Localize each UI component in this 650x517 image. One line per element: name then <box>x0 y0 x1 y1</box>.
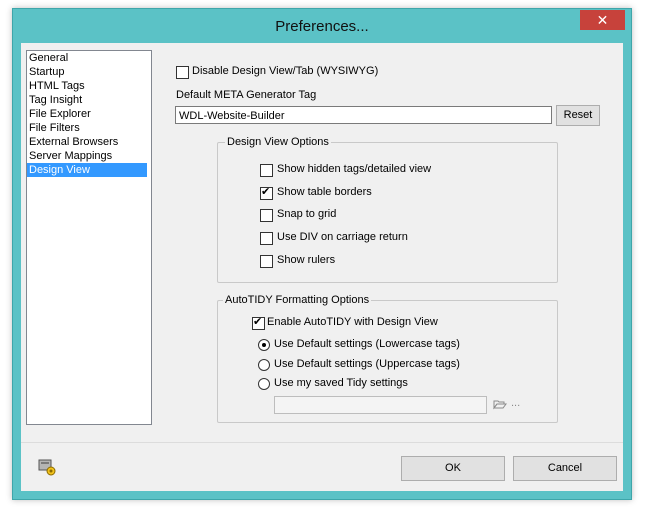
use-div-label[interactable]: Use DIV on carriage return <box>277 231 408 243</box>
nav-item-startup[interactable]: Startup <box>27 65 147 79</box>
footer-separator <box>21 442 623 443</box>
disable-design-view-label[interactable]: Disable Design View/Tab (WYSIWYG) <box>192 65 378 77</box>
snap-to-grid-label[interactable]: Snap to grid <box>277 208 336 220</box>
show-rulers-checkbox[interactable] <box>260 255 273 268</box>
cancel-button[interactable]: Cancel <box>513 456 617 481</box>
tidy-saved-settings-radio[interactable] <box>258 378 270 390</box>
nav-item-server-mappings[interactable]: Server Mappings <box>27 149 147 163</box>
nav-item-external-browsers[interactable]: External Browsers <box>27 135 147 149</box>
nav-item-file-explorer[interactable]: File Explorer <box>27 107 147 121</box>
tidy-uppercase-radio[interactable] <box>258 359 270 371</box>
reset-button[interactable]: Reset <box>556 105 600 126</box>
nav-item-html-tags[interactable]: HTML Tags <box>27 79 147 93</box>
tidy-lowercase-label[interactable]: Use Default settings (Lowercase tags) <box>274 338 460 350</box>
nav-item-general[interactable]: General <box>27 51 147 65</box>
show-hidden-tags-checkbox[interactable] <box>260 164 273 177</box>
meta-generator-input[interactable]: WDL-Website-Builder <box>175 106 552 124</box>
settings-gear-icon[interactable] <box>37 457 57 477</box>
close-button[interactable]: ✕ <box>580 10 625 30</box>
nav-item-design-view[interactable]: Design View <box>27 163 147 177</box>
show-table-borders-checkbox[interactable] <box>260 186 273 200</box>
use-div-checkbox[interactable] <box>260 232 273 245</box>
browse-ellipsis[interactable]: ... <box>511 397 520 409</box>
tidy-uppercase-label[interactable]: Use Default settings (Uppercase tags) <box>274 358 460 370</box>
design-view-options-title: Design View Options <box>225 136 331 148</box>
title-bar[interactable]: Preferences... ✕ <box>13 9 631 43</box>
show-rulers-label[interactable]: Show rulers <box>277 254 335 266</box>
show-hidden-tags-label[interactable]: Show hidden tags/detailed view <box>277 163 431 175</box>
folder-open-icon[interactable] <box>493 398 507 410</box>
meta-tag-label: Default META Generator Tag <box>176 89 317 101</box>
window-title: Preferences... <box>275 18 369 35</box>
snap-to-grid-checkbox[interactable] <box>260 209 273 222</box>
tidy-saved-settings-label[interactable]: Use my saved Tidy settings <box>274 377 408 389</box>
show-table-borders-label[interactable]: Show table borders <box>277 186 372 198</box>
nav-item-file-filters[interactable]: File Filters <box>27 121 147 135</box>
tidy-settings-path-input[interactable] <box>274 396 487 414</box>
preferences-window: Preferences... ✕ General Startup HTML Ta… <box>12 8 632 500</box>
disable-design-view-checkbox[interactable] <box>176 66 189 79</box>
ok-button[interactable]: OK <box>401 456 505 481</box>
enable-autotidy-checkbox[interactable] <box>252 316 265 330</box>
close-icon: ✕ <box>596 12 609 28</box>
nav-item-tag-insight[interactable]: Tag Insight <box>27 93 147 107</box>
autotidy-options-title: AutoTIDY Formatting Options <box>223 294 372 306</box>
dialog-body: General Startup HTML Tags Tag Insight Fi… <box>21 43 623 491</box>
category-list[interactable]: General Startup HTML Tags Tag Insight Fi… <box>26 50 152 425</box>
tidy-lowercase-radio[interactable] <box>258 339 270 351</box>
enable-autotidy-label[interactable]: Enable AutoTIDY with Design View <box>267 316 438 328</box>
